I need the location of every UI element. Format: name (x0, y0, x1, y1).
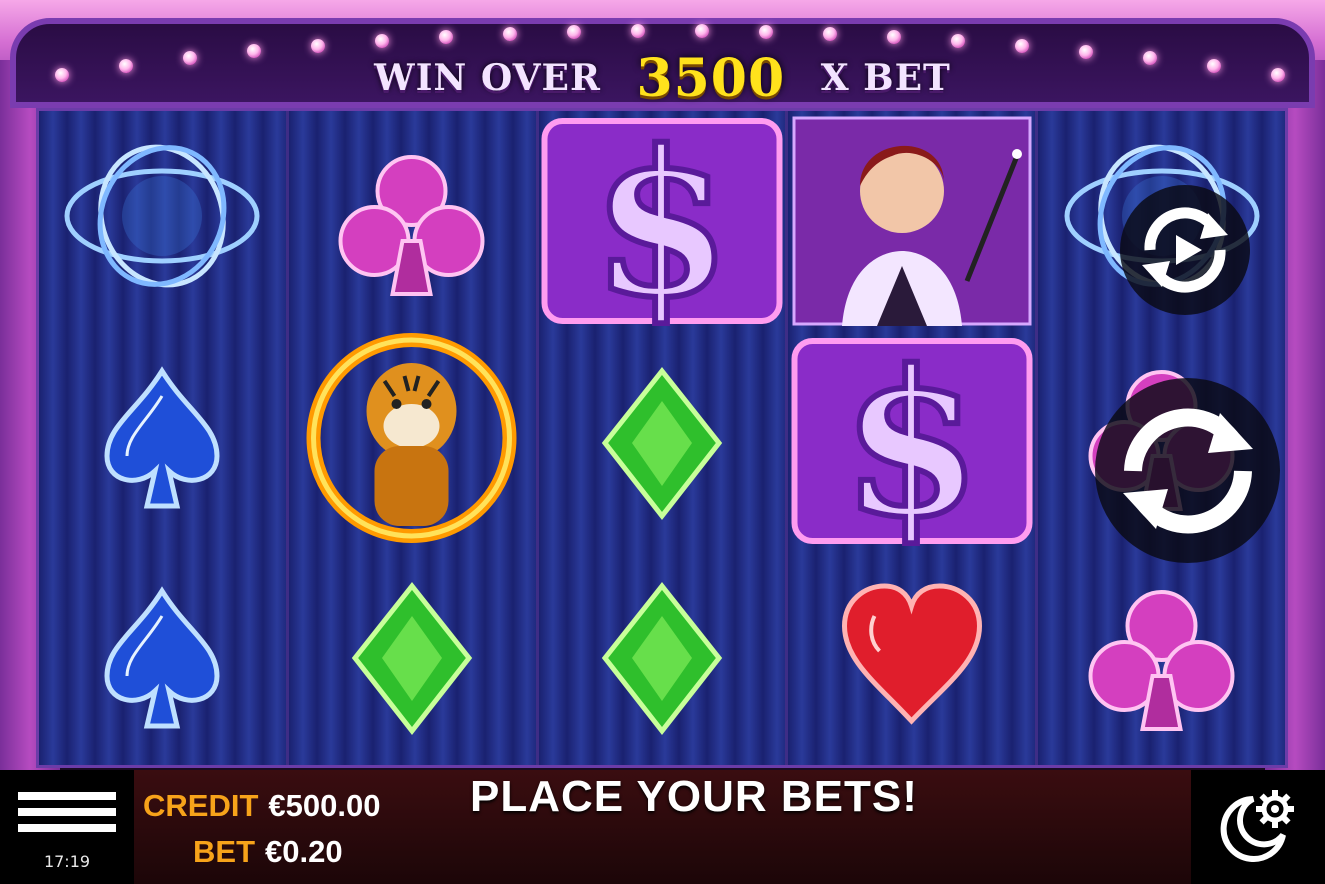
status-message: PLACE YOUR BETS! (470, 772, 918, 821)
marquee-bulb (887, 30, 901, 44)
bet-value: €0.20 (265, 834, 343, 869)
reel-4: $ (788, 111, 1039, 765)
reel-2 (288, 111, 539, 765)
credit-display: CREDIT €500.00 (143, 788, 380, 824)
marquee-bulb (759, 25, 773, 40)
marquee-bulb (503, 26, 517, 41)
svg-text:$: $ (592, 116, 731, 326)
hamburger-menu-icon (18, 792, 116, 840)
green-diamond-icon (597, 366, 727, 521)
blue-spade-icon (97, 366, 227, 516)
marquee-bulb (823, 27, 837, 42)
clock: 17:19 (43, 852, 91, 871)
marquee-bulb (439, 29, 453, 44)
marquee-bulb (631, 24, 645, 39)
marquee-bulb (375, 33, 389, 48)
banner-multiplier: 3500 (636, 48, 786, 109)
rings-icon (57, 131, 267, 301)
blue-spade-icon (97, 586, 227, 736)
banner-suffix: X BET (820, 57, 951, 99)
win-over-banner: WIN OVER 3500 X BET (0, 48, 1325, 109)
banner-prefix: WIN OVER (374, 57, 601, 99)
credit-value: €500.00 (268, 788, 381, 823)
pink-club-icon (1084, 581, 1239, 736)
marquee-bulb (567, 25, 581, 40)
dollar-sign-icon: $ (539, 116, 784, 326)
tiger-fire-ring-icon (305, 326, 520, 551)
bet-label: BET (193, 834, 255, 869)
spin-icon (1122, 408, 1253, 533)
bet-display: BET €0.20 (193, 834, 343, 870)
svg-text:$: $ (842, 336, 981, 546)
red-heart-icon (839, 581, 984, 726)
green-diamond-icon (597, 581, 727, 736)
credit-label: CREDIT (143, 788, 259, 823)
autoplay-button[interactable] (1120, 185, 1250, 315)
reel-1 (39, 111, 289, 765)
green-diamond-icon (347, 581, 477, 736)
autoplay-icon (1142, 207, 1228, 293)
settings-gear-icon (1220, 790, 1294, 862)
dollar-sign-icon: $ (789, 336, 1034, 546)
spin-button[interactable] (1095, 378, 1280, 563)
magician-woman-icon (792, 116, 1032, 326)
marquee-bulb (951, 33, 965, 48)
reel-3: $ (538, 111, 789, 765)
settings-button[interactable] (1191, 770, 1325, 884)
pink-club-icon (335, 146, 490, 301)
